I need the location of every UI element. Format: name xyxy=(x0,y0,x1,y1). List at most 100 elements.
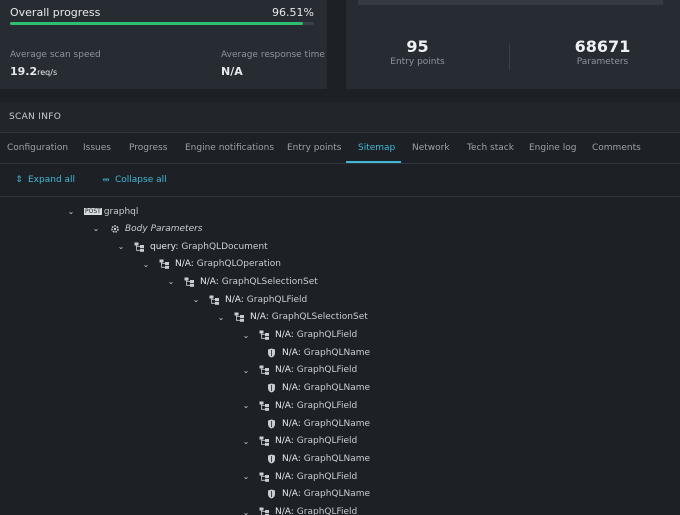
tree-node[interactable]: ⌄ query: GraphQLDocument xyxy=(116,238,268,255)
tree-node-key: N/A: xyxy=(250,312,269,323)
tree-node-type: GraphQLName xyxy=(303,489,371,500)
node-tree-icon xyxy=(259,507,270,515)
collapse-icon: ⥈ xyxy=(102,175,110,185)
tab-bar: Configuration Issues Progress Engine not… xyxy=(0,134,680,164)
tree-leaf-node[interactable]: N/A: GraphQLName xyxy=(266,380,370,397)
tree-node[interactable]: ⌄ N/A: GraphQLField xyxy=(241,504,357,515)
tree-node[interactable]: ⌄ N/A: GraphQLSelectionSet xyxy=(216,309,368,326)
tree-node[interactable]: ⌄ N/A: GraphQLField xyxy=(191,291,308,308)
node-tree-icon xyxy=(134,242,145,252)
chevron-down-icon[interactable]: ⌄ xyxy=(241,331,251,340)
chevron-down-icon[interactable]: ⌄ xyxy=(141,260,151,269)
node-tree-icon xyxy=(259,330,270,340)
tree-node-type: GraphQLName xyxy=(303,453,371,464)
tree-node-key: N/A: xyxy=(275,471,294,482)
node-tree-icon xyxy=(234,312,245,323)
tree-leaf-node[interactable]: N/A: GraphQLName xyxy=(266,415,370,432)
tree-node-key: N/A: xyxy=(275,436,294,447)
chevron-down-icon[interactable]: ⌄ xyxy=(66,207,76,216)
tree-leaf-node[interactable]: N/A: GraphQLName xyxy=(266,486,370,503)
tree-node-body-params[interactable]: ⌄ Body Parameters xyxy=(91,220,203,237)
tab-progress[interactable]: Progress xyxy=(129,143,167,153)
tree-node-key: N/A: xyxy=(282,489,301,500)
tree-node-type: GraphQLName xyxy=(303,383,371,394)
progress-bar-fill xyxy=(10,22,304,25)
chevron-down-icon[interactable]: ⌄ xyxy=(216,313,226,322)
tree-node[interactable]: ⌄ N/A: GraphQLOperation xyxy=(141,256,281,273)
tree-node-type: GraphQLSelectionSet xyxy=(221,276,318,287)
shield-icon xyxy=(266,489,277,499)
expand-all-button[interactable]: ⇕ Expand all xyxy=(14,175,75,185)
parameters-count: 68671 xyxy=(574,37,631,56)
entry-points-count: 95 xyxy=(406,37,429,56)
tree-node-key: N/A: xyxy=(282,347,301,358)
chevron-down-icon[interactable]: ⌄ xyxy=(166,277,176,286)
expand-icon: ⇕ xyxy=(15,175,23,185)
shield-icon xyxy=(266,454,277,464)
tree-node-key: query: xyxy=(150,241,179,252)
node-tree-icon xyxy=(184,277,195,287)
node-tree-icon xyxy=(259,401,270,411)
scan-info-header: SCAN INFO xyxy=(0,102,680,133)
tree-node[interactable]: ⌄ N/A: GraphQLField xyxy=(241,468,358,485)
tree-node[interactable]: ⌄ N/A: GraphQLField xyxy=(241,327,358,344)
chevron-down-icon[interactable]: ⌄ xyxy=(241,437,251,446)
shield-icon xyxy=(266,383,277,393)
tree-node[interactable]: ⌄ N/A: GraphQLField xyxy=(241,362,358,379)
chevron-down-icon[interactable]: ⌄ xyxy=(241,401,251,410)
post-method-icon: POST xyxy=(84,208,102,215)
tree-node[interactable]: ⌄ N/A: GraphQLSelectionSet xyxy=(166,273,318,290)
node-tree-icon xyxy=(159,259,170,269)
tab-engine-notifications[interactable]: Engine notifications xyxy=(185,143,274,153)
tab-comments[interactable]: Comments xyxy=(592,143,641,153)
chevron-down-icon[interactable]: ⌄ xyxy=(116,242,126,251)
tree-node-type: GraphQLField xyxy=(296,507,358,515)
scan-progress-card: Overall progress 96.51% Average scan spe… xyxy=(0,0,327,89)
tree-node-type: GraphQLOperation xyxy=(196,259,281,270)
tree-leaf-node[interactable]: N/A: GraphQLName xyxy=(266,450,370,467)
progress-bar xyxy=(10,22,314,25)
scan-speed-label: Average scan speed xyxy=(10,50,101,60)
entry-points-label: Entry points xyxy=(390,57,445,67)
tree-node-type: GraphQLName xyxy=(303,418,371,429)
stats-divider xyxy=(509,44,510,70)
tree-node-key: N/A: xyxy=(200,276,219,287)
tree-node-type: GraphQLField xyxy=(296,436,358,447)
tree-node-key: N/A: xyxy=(175,259,194,270)
scan-speed-value: 19.2req/s xyxy=(10,65,58,78)
parameters-label: Parameters xyxy=(576,57,629,67)
gear-icon xyxy=(109,224,120,234)
chevron-down-icon[interactable]: ⌄ xyxy=(241,366,251,375)
tree-node-root[interactable]: ⌄ POST graphql xyxy=(66,203,139,220)
chevron-down-icon[interactable]: ⌄ xyxy=(191,295,201,304)
chevron-down-icon[interactable]: ⌄ xyxy=(241,472,251,481)
tree-node-type: GraphQLField xyxy=(296,330,358,340)
tree-node-type: GraphQLField xyxy=(246,294,308,305)
tree-node-type: GraphQLField xyxy=(296,400,358,411)
tab-configuration[interactable]: Configuration xyxy=(7,143,68,153)
tree-node-type: GraphQLName xyxy=(303,347,371,358)
tab-tech-stack[interactable]: Tech stack xyxy=(467,143,514,153)
tree-node-key: N/A: xyxy=(225,294,244,305)
tab-network[interactable]: Network xyxy=(412,143,450,153)
collapse-all-button[interactable]: ⥈ Collapse all xyxy=(101,175,166,185)
node-tree-icon xyxy=(209,295,220,305)
sitemap-tree: ⌄ POST graphql ⌄ Body Parameters ⌄ query:… xyxy=(0,198,680,515)
tree-node-key: N/A: xyxy=(275,365,294,376)
sitemap-toolbar: ⇕ Expand all ⥈ Collapse all xyxy=(0,165,680,197)
node-tree-icon xyxy=(259,472,270,482)
stats-header-bar xyxy=(358,0,663,5)
tree-leaf-node[interactable]: N/A: GraphQLName xyxy=(266,344,370,361)
shield-icon xyxy=(266,348,277,358)
tab-sitemap[interactable]: Sitemap xyxy=(358,143,395,153)
tree-node-type: GraphQLField xyxy=(296,471,358,482)
tab-engine-log[interactable]: Engine log xyxy=(529,143,576,153)
tab-entry-points[interactable]: Entry points xyxy=(287,143,341,153)
tree-node-label: Body Parameters xyxy=(125,223,203,234)
tree-node[interactable]: ⌄ N/A: GraphQLField xyxy=(241,397,358,414)
tab-issues[interactable]: Issues xyxy=(83,143,111,153)
chevron-down-icon[interactable]: ⌄ xyxy=(91,224,101,233)
tree-node-label: graphql xyxy=(103,206,139,217)
chevron-down-icon[interactable]: ⌄ xyxy=(241,508,251,515)
tree-node[interactable]: ⌄ N/A: GraphQLField xyxy=(241,433,358,450)
